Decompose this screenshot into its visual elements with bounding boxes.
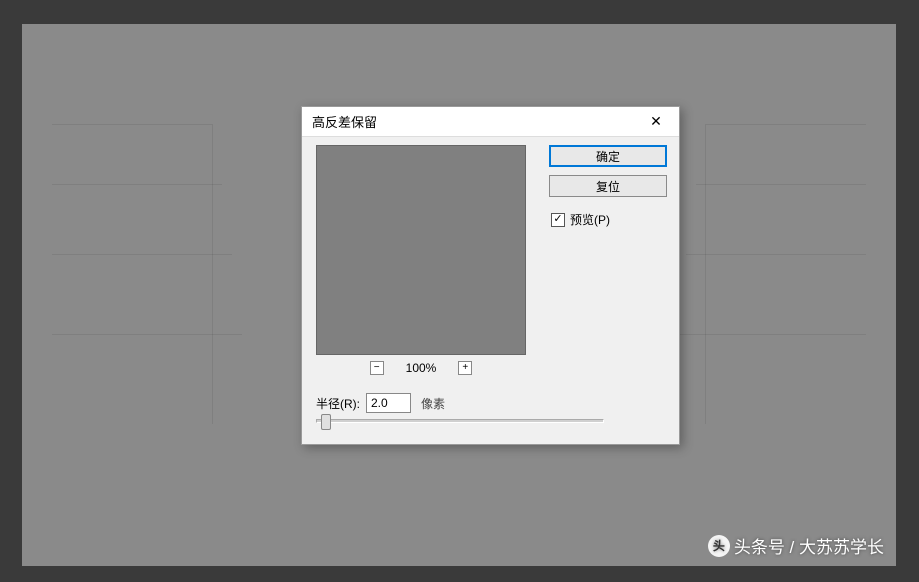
- zoom-controls: − 100% +: [316, 361, 526, 375]
- preview-checkbox-row[interactable]: ✓ 预览(P): [549, 211, 667, 228]
- dialog-title: 高反差保留: [312, 112, 377, 131]
- dialog-actions: 确定 复位 ✓ 预览(P): [549, 145, 667, 228]
- dialog-body: − 100% + 确定 复位 ✓ 预览(P) 半径(R): 像素: [302, 137, 679, 444]
- watermark-text: 头条号 / 大苏苏学长: [734, 533, 884, 558]
- radius-row: 半径(R): 像素: [316, 393, 445, 413]
- reset-button[interactable]: 复位: [549, 175, 667, 197]
- radius-unit: 像素: [421, 395, 445, 412]
- radius-slider[interactable]: [316, 419, 604, 423]
- radius-label: 半径(R):: [316, 395, 360, 412]
- zoom-out-button[interactable]: −: [370, 361, 384, 375]
- ok-button[interactable]: 确定: [549, 145, 667, 167]
- background-building-right: [666, 104, 866, 484]
- dialog-titlebar[interactable]: 高反差保留 ✕: [302, 107, 679, 137]
- zoom-in-button[interactable]: +: [458, 361, 472, 375]
- zoom-level: 100%: [406, 361, 437, 375]
- preview-checkbox[interactable]: ✓: [551, 213, 565, 227]
- slider-thumb[interactable]: [321, 414, 331, 430]
- watermark-logo: 头: [708, 535, 730, 557]
- high-pass-dialog: 高反差保留 ✕ − 100% + 确定 复位 ✓ 预览(P) 半径(R):: [301, 106, 680, 445]
- radius-input[interactable]: [366, 393, 411, 413]
- canvas-background: 高反差保留 ✕ − 100% + 确定 复位 ✓ 预览(P) 半径(R):: [22, 24, 896, 566]
- close-icon[interactable]: ✕: [641, 109, 671, 135]
- preview-checkbox-label: 预览(P): [570, 211, 610, 228]
- background-building-left: [52, 104, 252, 484]
- watermark: 头 头条号 / 大苏苏学长: [708, 533, 884, 558]
- filter-preview[interactable]: [316, 145, 526, 355]
